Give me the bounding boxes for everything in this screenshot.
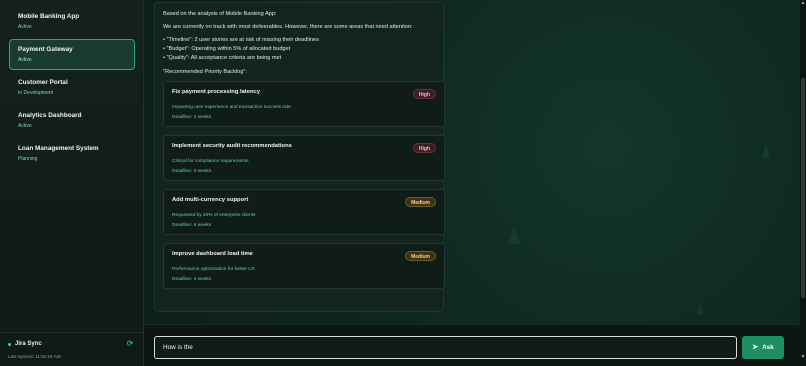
backlog-item-deadline: Deadline: 3 weeks [172, 169, 212, 174]
backlog-item-title: Improve dashboard load time [172, 251, 253, 257]
chat-input[interactable]: How is the [154, 336, 737, 359]
app: Mobile Banking App Active Payment Gatewa… [0, 0, 806, 366]
backlog-item-deadline: Deadline: 6 weeks [172, 223, 212, 228]
sidebar-item-analytics-dashboard[interactable]: Analytics Dashboard Active [9, 105, 135, 136]
project-status: In Development [18, 90, 54, 96]
backlog-item-title: Fix payment processing latency [172, 89, 260, 95]
project-name: Loan Management System [18, 145, 99, 152]
backlog-item-title: Implement security audit recommendations [172, 143, 292, 149]
backlog-item: Add multi-currency support Medium Reques… [163, 189, 445, 235]
sidebar-item-payment-gateway[interactable]: Payment Gateway Active [9, 39, 135, 70]
chat-input-bar: How is the ➤ Ask [144, 324, 806, 366]
sidebar-footer: Jira Sync ⟳ Last synced: 11:01:24 AM [0, 332, 143, 366]
jira-sync-label: Jira Sync [8, 341, 42, 347]
scrollbar[interactable]: ▲ ▼ [800, 0, 806, 366]
backlog-title: "Recommended Priority Backlog": [163, 69, 247, 75]
sync-status-dot [8, 342, 11, 346]
assistant-message: Based on the analysis of Mobile Banking … [154, 2, 445, 312]
status-bullets: • "Timeline": 2 user stories are at risk… [163, 36, 435, 63]
backlog-item: Fix payment processing latency High Impa… [163, 81, 445, 127]
sidebar-item-customer-portal[interactable]: Customer Portal In Development [9, 72, 135, 103]
sync-row: Jira Sync ⟳ [8, 339, 135, 349]
message-summary: We are currently on track with most deli… [163, 24, 413, 30]
tree-decoration [696, 303, 704, 315]
backlog-item: Implement security audit recommendations… [163, 135, 445, 181]
tree-decoration [508, 226, 520, 244]
backlog-item-description: Impacting user experience and transactio… [172, 105, 291, 110]
project-status: Active [18, 57, 32, 63]
chat-area: Based on the analysis of Mobile Banking … [144, 0, 806, 366]
scroll-up-icon[interactable]: ▲ [800, 0, 806, 6]
sync-label-text: Jira Sync [15, 341, 42, 347]
project-status: Planning [18, 156, 38, 162]
project-list: Mobile Banking App Active Payment Gatewa… [0, 0, 143, 169]
backlog-item-deadline: Deadline: 2 weeks [172, 115, 212, 120]
backlog-item-description: Requested by 40% of enterprise clients [172, 213, 256, 218]
last-synced-text: Last synced: 11:01:24 AM [8, 354, 61, 359]
project-name: Analytics Dashboard [18, 112, 82, 119]
backlog-item-deadline: Deadline: 4 weeks [172, 277, 212, 282]
scroll-thumb[interactable] [801, 78, 805, 298]
sidebar: Mobile Banking App Active Payment Gatewa… [0, 0, 144, 366]
bullet-quality: • "Quality": All acceptance criteria are… [163, 55, 282, 61]
project-name: Customer Portal [18, 79, 68, 86]
tree-decoration [761, 144, 771, 158]
bullet-timeline: • "Timeline": 2 user stories are at risk… [163, 37, 319, 43]
priority-badge: Medium [405, 197, 436, 207]
sidebar-item-mobile-banking-app[interactable]: Mobile Banking App Active [9, 6, 135, 37]
message-text: Based on the analysis of Mobile Banking … [163, 10, 435, 76]
bullet-budget: • "Budget": Operating within 5% of alloc… [163, 46, 291, 52]
refresh-icon[interactable]: ⟳ [125, 339, 135, 349]
project-status: Active [18, 24, 32, 30]
backlog-item: Improve dashboard load time Medium Perfo… [163, 243, 445, 289]
sidebar-item-loan-management-system[interactable]: Loan Management System Planning [9, 138, 135, 169]
scroll-down-icon[interactable]: ▼ [800, 354, 806, 360]
project-status: Active [18, 123, 32, 129]
backlog-item-description: Critical for compliance requirements [172, 159, 249, 164]
project-name: Payment Gateway [18, 46, 73, 53]
message-intro: Based on the analysis of Mobile Banking … [163, 11, 277, 17]
backlog-item-description: Performance optimization for better UX [172, 267, 255, 272]
priority-badge: Medium [405, 251, 436, 261]
project-name: Mobile Banking App [18, 13, 80, 20]
send-icon: ➤ [752, 344, 759, 351]
priority-badge: High [412, 89, 436, 99]
priority-badge: High [412, 143, 436, 153]
backlog-item-title: Add multi-currency support [172, 197, 249, 203]
ask-label: Ask [762, 344, 774, 351]
ask-button[interactable]: ➤ Ask [742, 336, 784, 359]
